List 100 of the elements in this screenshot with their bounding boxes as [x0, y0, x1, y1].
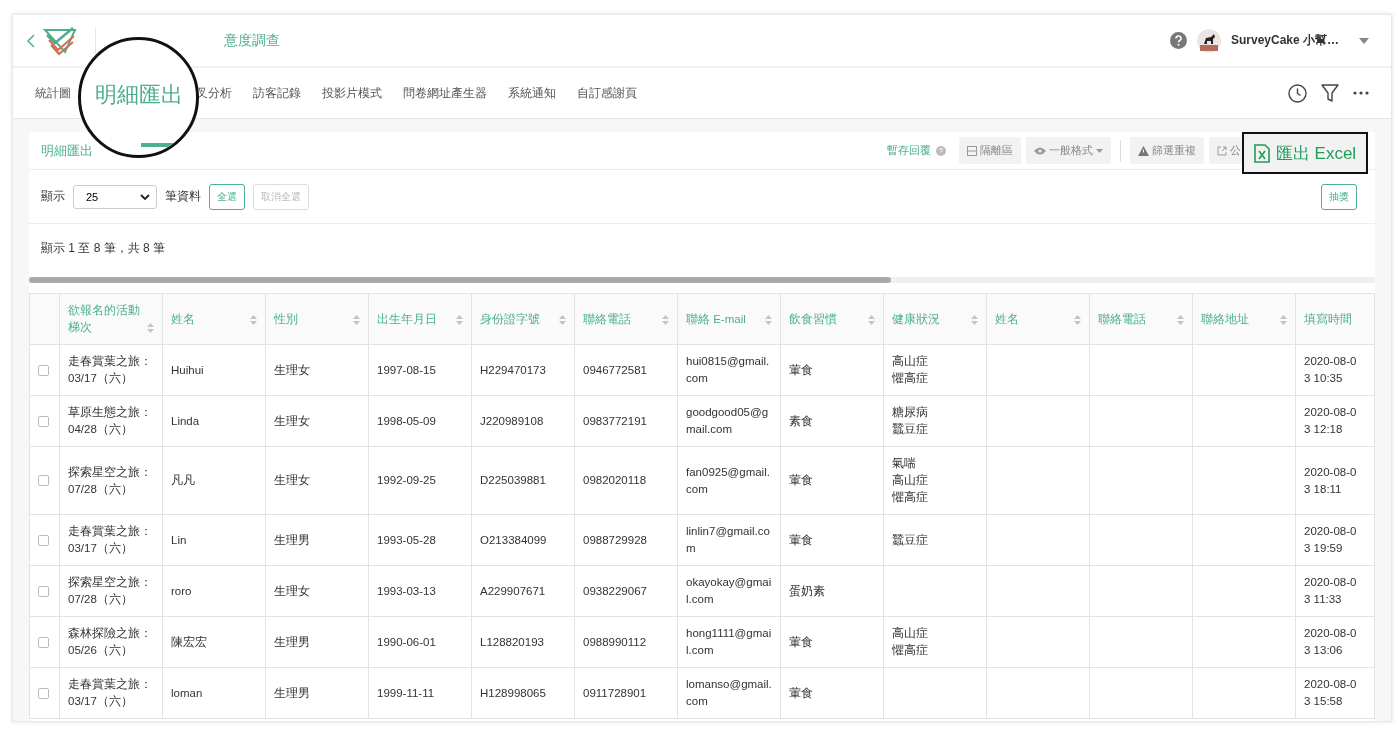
- magnified-tab-label: 明細匯出: [94, 80, 183, 109]
- diet-cell: 葷食: [789, 635, 813, 648]
- event-cell: 森林探險之旅：05/26（六）: [68, 627, 152, 656]
- date-cell: 1993-05-28: [377, 533, 436, 546]
- column-header[interactable]: 填寫時間: [1295, 293, 1375, 345]
- email-cell: hui0815@gmail.com: [686, 355, 770, 384]
- column-header[interactable]: 身份證字號: [471, 293, 575, 345]
- id-cell: H229470173: [480, 363, 546, 376]
- row-checkbox[interactable]: [38, 687, 49, 699]
- gender-cell: 生理女: [274, 363, 310, 376]
- email-cell: okayokay@gmail.com: [686, 576, 772, 605]
- tab[interactable]: 訪客記錄: [253, 80, 311, 106]
- event-cell: 走春賞葉之旅：03/17（六）: [68, 355, 152, 384]
- export-excel-button[interactable]: 匯出 Excel: [1242, 132, 1368, 174]
- gender-cell: 生理男: [274, 635, 310, 648]
- gender-cell: 生理女: [274, 474, 310, 486]
- diet-cell: 葷食: [789, 533, 813, 546]
- diet-cell: 素食: [789, 414, 813, 427]
- name-cell: 凡凡: [171, 474, 195, 486]
- column-header[interactable]: 出生年月日: [368, 293, 472, 345]
- email-cell: fan0925@gmail.com: [686, 465, 770, 495]
- column-header[interactable]: 聯絡 E-mail: [677, 293, 781, 345]
- format-dropdown[interactable]: 一般格式: [1026, 137, 1111, 164]
- sort-icon[interactable]: [147, 323, 154, 333]
- help-icon[interactable]: [1169, 32, 1187, 49]
- row-checkbox[interactable]: [38, 415, 49, 427]
- sort-icon[interactable]: [1177, 314, 1184, 325]
- lottery-button[interactable]: 抽獎: [1321, 183, 1357, 210]
- date-cell: 1997-08-15: [377, 363, 436, 376]
- column-header[interactable]: 欲報名的活動梯次: [59, 293, 163, 345]
- filter-icon[interactable]: [1321, 83, 1339, 103]
- tab[interactable]: 自訂感謝頁: [577, 80, 647, 106]
- time-cell: 2020-08-03 12:18: [1304, 406, 1357, 435]
- id-cell: A229907671: [480, 584, 546, 597]
- sort-icon[interactable]: [250, 314, 257, 325]
- name-cell: Linda: [171, 414, 200, 427]
- warning-icon: [1138, 145, 1149, 156]
- health-cell-text: 氣喘 高山症 懼高症: [892, 456, 929, 505]
- phone-cell: 0988729928: [583, 533, 647, 546]
- avatar-icon[interactable]: [1196, 28, 1221, 53]
- horizontal-scrollbar[interactable]: [29, 277, 1375, 283]
- health-cell-text: 高山症 懼高症: [892, 626, 929, 658]
- time-cell: 2020-08-03 15:58: [1304, 678, 1357, 707]
- tab[interactable]: 統計圖: [35, 80, 81, 106]
- column-header[interactable]: 性別: [265, 293, 369, 345]
- tab[interactable]: 系統通知: [508, 80, 566, 106]
- row-checkbox[interactable]: [38, 475, 49, 486]
- column-header[interactable]: 健康狀況: [883, 293, 987, 345]
- sort-icon[interactable]: [971, 314, 978, 325]
- id-cell: O213384099: [480, 533, 547, 546]
- email-cell: linlin7@gmail.com: [686, 525, 770, 554]
- duplicates-button[interactable]: 篩選重複: [1130, 137, 1204, 164]
- publish-button[interactable]: 公: [1209, 137, 1243, 164]
- history-icon[interactable]: [1288, 83, 1307, 103]
- save-responses-link[interactable]: 暫存回覆: [887, 143, 931, 158]
- page-size-select[interactable]: 25: [73, 184, 157, 209]
- sort-icon[interactable]: [559, 314, 566, 325]
- user-name[interactable]: SurveyCake 小幫…: [1230, 32, 1339, 49]
- column-header[interactable]: 飲食習慣: [780, 293, 884, 345]
- date-cell: 1998-05-09: [377, 414, 436, 427]
- row-checkbox[interactable]: [38, 534, 49, 546]
- sort-icon[interactable]: [765, 314, 772, 325]
- column-header[interactable]: 聯絡電話: [1089, 293, 1193, 345]
- id-cell: H128998065: [480, 686, 546, 699]
- quarantine-button[interactable]: 隔離區: [959, 137, 1021, 164]
- row-checkbox[interactable]: [38, 585, 49, 597]
- help-icon[interactable]: [936, 145, 946, 156]
- row-checkbox[interactable]: [38, 364, 49, 376]
- gender-cell: 生理男: [274, 533, 310, 546]
- date-cell: 1993-03-13: [377, 584, 436, 597]
- phone-cell: 0982020118: [583, 474, 647, 486]
- health-cell-text: 高山症 懼高症: [892, 354, 929, 386]
- more-icon[interactable]: [1353, 91, 1369, 95]
- column-header[interactable]: 姓名: [162, 293, 266, 345]
- date-cell: 1990-06-01: [377, 635, 436, 648]
- time-cell: 2020-08-03 11:33: [1304, 576, 1357, 605]
- gender-cell: 生理女: [274, 584, 310, 597]
- back-icon[interactable]: [27, 33, 35, 48]
- logo-icon[interactable]: [43, 25, 77, 56]
- select-all-button[interactable]: 全選: [209, 183, 245, 210]
- sort-icon[interactable]: [868, 314, 875, 325]
- time-cell: 2020-08-03 18:11: [1304, 465, 1357, 495]
- diet-cell: 蛋奶素: [789, 584, 825, 597]
- sort-icon[interactable]: [456, 314, 463, 325]
- column-header[interactable]: 姓名: [986, 293, 1090, 345]
- health-cell-text: 糖尿病 蠶豆症: [892, 405, 929, 437]
- email-cell: lomanso@gmail.com: [686, 678, 772, 707]
- sort-icon[interactable]: [1280, 314, 1287, 325]
- tab[interactable]: 投影片模式: [322, 80, 392, 106]
- tab[interactable]: 問卷網址產生器: [403, 80, 497, 106]
- email-cell: goodgood05@gmail.com: [686, 406, 769, 435]
- event-cell: 走春賞葉之旅：03/17（六）: [68, 525, 152, 554]
- sort-icon[interactable]: [1074, 314, 1081, 325]
- caret-icon[interactable]: [1359, 37, 1369, 44]
- column-header[interactable]: 聯絡地址: [1192, 293, 1296, 345]
- sort-icon[interactable]: [353, 314, 360, 325]
- time-cell: 2020-08-03 13:06: [1304, 627, 1357, 656]
- sort-icon[interactable]: [662, 314, 669, 325]
- column-header[interactable]: 聯絡電話: [574, 293, 678, 345]
- row-checkbox[interactable]: [38, 636, 49, 648]
